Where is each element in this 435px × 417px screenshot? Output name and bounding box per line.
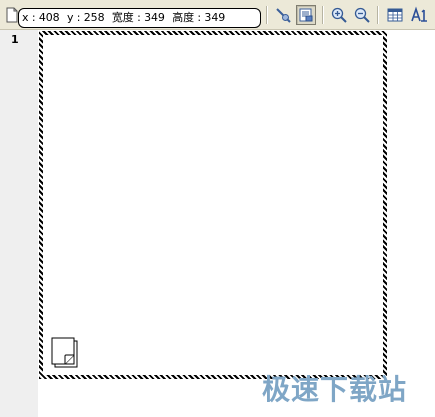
zoom-out-button[interactable] — [352, 5, 372, 25]
coordinate-readout: x : 408 y : 258 宽度 : 349 高度 : 349 — [18, 8, 261, 28]
width-readout: 宽度 : 349 — [111, 11, 165, 24]
x-readout: x : 408 — [22, 11, 60, 24]
toolbar-separator — [377, 6, 379, 24]
selected-page-frame[interactable] — [39, 31, 387, 379]
select-tool-button[interactable] — [273, 5, 293, 25]
font-icon — [411, 6, 427, 22]
page-number: 1 — [11, 33, 19, 46]
zoom-in-button[interactable] — [329, 5, 349, 25]
watermark-text: 极速下载站 — [262, 373, 408, 406]
font-button[interactable] — [409, 5, 429, 25]
page-setup-icon — [299, 8, 313, 22]
page-corner-icon — [51, 337, 78, 368]
select-tool-icon — [276, 8, 291, 23]
toolbar: x : 408 y : 258 宽度 : 349 高度 : 349 — [0, 0, 435, 30]
page-setup-button[interactable] — [296, 5, 316, 25]
zoom-in-icon — [331, 7, 347, 23]
height-readout: 高度 : 349 — [172, 11, 226, 24]
zoom-out-icon — [354, 7, 370, 23]
toolbar-separator — [266, 6, 268, 24]
page-gutter — [0, 30, 38, 417]
toolbar-separator — [322, 6, 324, 24]
grid-button[interactable] — [385, 5, 405, 25]
grid-icon — [387, 8, 403, 22]
y-readout: y : 258 — [66, 11, 105, 24]
